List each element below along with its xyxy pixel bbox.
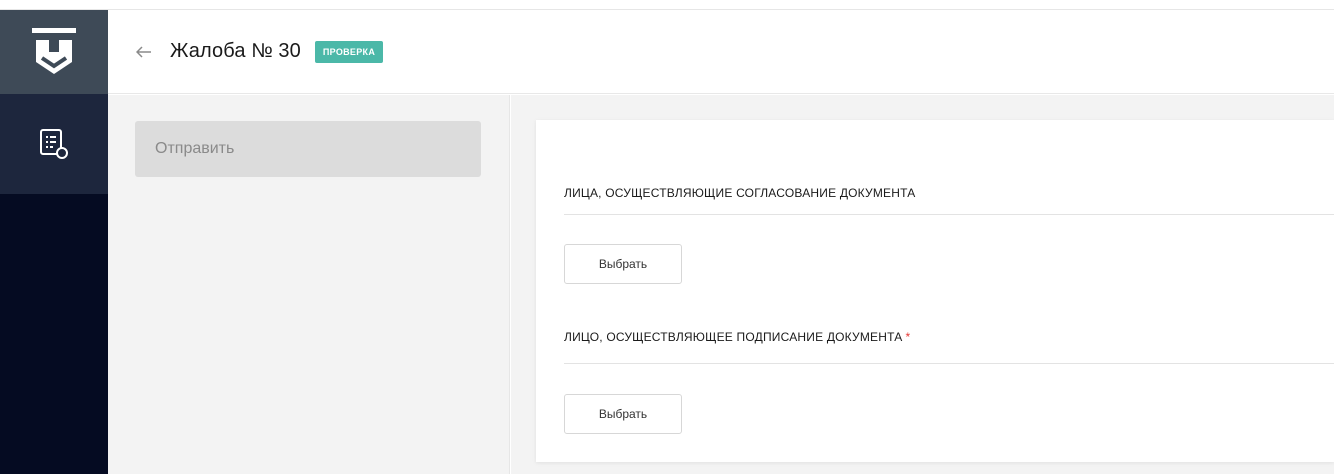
- signer-section-title: ЛИЦО, ОСУЩЕСТВЛЯЮЩЕЕ ПОДПИСАНИЕ ДОКУМЕНТ…: [564, 330, 910, 344]
- divider: [564, 363, 1334, 364]
- approvers-section-title: ЛИЦА, ОСУЩЕСТВЛЯЮЩИЕ СОГЛАСОВАНИЕ ДОКУМЕ…: [564, 186, 916, 200]
- logo[interactable]: [0, 10, 108, 94]
- sidebar-rail: [0, 10, 108, 474]
- select-signer-button[interactable]: Выбрать: [564, 394, 682, 434]
- signer-section-label: ЛИЦО, ОСУЩЕСТВЛЯЮЩЕЕ ПОДПИСАНИЕ ДОКУМЕНТ…: [564, 330, 903, 344]
- status-badge: ПРОВЕРКА: [314, 40, 384, 63]
- send-button[interactable]: Отправить: [135, 121, 481, 177]
- page-title: Жалоба № 30: [170, 40, 301, 62]
- divider: [564, 214, 1334, 215]
- required-mark: *: [905, 330, 911, 344]
- back-button[interactable]: [134, 42, 154, 62]
- top-border: [0, 0, 1334, 10]
- shield-logo-icon: [32, 28, 76, 74]
- page-header: Жалоба № 30 ПРОВЕРКА: [108, 10, 1334, 94]
- action-panel: Отправить: [108, 95, 510, 474]
- form-card: ЛИЦА, ОСУЩЕСТВЛЯЮЩИЕ СОГЛАСОВАНИЕ ДОКУМЕ…: [536, 120, 1334, 462]
- main-content: ЛИЦА, ОСУЩЕСТВЛЯЮЩИЕ СОГЛАСОВАНИЕ ДОКУМЕ…: [511, 95, 1334, 474]
- document-list-search-icon: [40, 129, 68, 159]
- arrow-left-icon: [136, 45, 151, 58]
- sidebar-item-documents[interactable]: [0, 94, 108, 194]
- app-root: Жалоба № 30 ПРОВЕРКА Отправить ЛИЦА, ОСУ…: [0, 0, 1334, 474]
- select-approvers-button[interactable]: Выбрать: [564, 244, 682, 284]
